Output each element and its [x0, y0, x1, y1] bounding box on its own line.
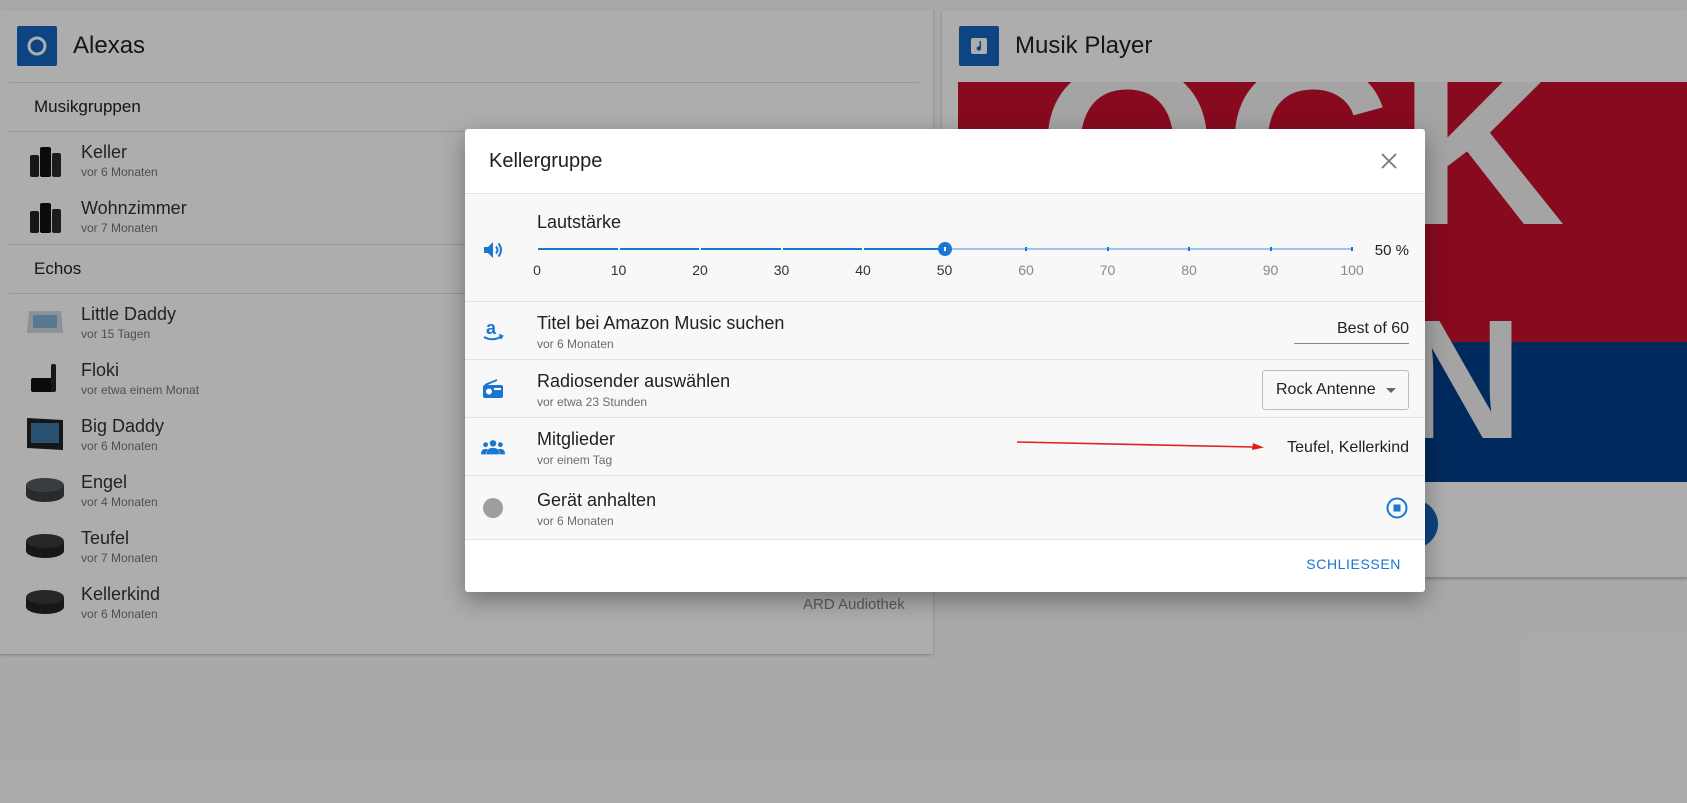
- radio-row: Radiosender auswählen vor etwa 23 Stunde…: [465, 360, 1425, 418]
- kellergruppe-dialog: Kellergruppe Lautstärke 0 10 20 30 40 50 60 70 8…: [465, 129, 1425, 592]
- close-icon[interactable]: [1377, 149, 1401, 173]
- slider-tick: [1269, 247, 1272, 251]
- amazon-search-sub: vor 6 Monaten: [537, 337, 614, 351]
- stop-device-row: Gerät anhalten vor 6 Monaten: [465, 476, 1425, 540]
- svg-text:a: a: [486, 319, 497, 338]
- slider-tick-label: 0: [533, 262, 541, 278]
- slider-tick-label: 90: [1262, 262, 1279, 278]
- stop-device-label: Gerät anhalten: [537, 490, 657, 510]
- slider-track-rest: [944, 248, 1352, 250]
- slider-tick: [1351, 247, 1353, 251]
- volume-value: 50 %: [1374, 242, 1409, 259]
- volume-up-icon: [481, 238, 505, 262]
- members-row: Mitglieder vor einem Tag Teufel, Kellerk…: [465, 418, 1425, 476]
- slider-tick-label: 40: [855, 262, 871, 278]
- slider-tick-label: 80: [1181, 262, 1197, 278]
- volume-row: Lautstärke 0 10 20 30 40 50 60 70 80 90 100 50 %: [465, 194, 1425, 302]
- annotation-arrow: [1017, 441, 1264, 450]
- dialog-title: Kellergruppe: [489, 149, 603, 172]
- volume-slider[interactable]: 0 10 20 30 40 50 60 70 80 90 100: [533, 242, 1364, 288]
- close-button[interactable]: SCHLIESSEN: [1306, 556, 1401, 572]
- amazon-search-input[interactable]: Best of 60: [1294, 314, 1409, 344]
- members-sub: vor einem Tag: [537, 453, 613, 467]
- slider-tick-label: 50: [936, 262, 953, 278]
- slider-tick: [536, 247, 538, 251]
- slider-tick: [780, 247, 783, 251]
- slider-tick: [617, 247, 620, 251]
- slider-tick-label: 70: [1099, 262, 1116, 278]
- amazon-search-label: Titel bei Amazon Music suchen: [537, 313, 785, 333]
- slider-tick-label: 30: [773, 262, 790, 278]
- group-icon: [481, 435, 505, 459]
- slider-tick: [1188, 247, 1190, 251]
- slider-tick: [1106, 247, 1109, 251]
- volume-label: Lautstärke: [537, 212, 622, 232]
- slider-tick: [862, 247, 864, 251]
- slider-tick: [699, 247, 701, 251]
- dialog-footer: SCHLIESSEN: [465, 540, 1425, 592]
- amazon-search-row: a Titel bei Amazon Music suchen vor 6 Mo…: [465, 302, 1425, 360]
- slider-tick-label: 60: [1018, 262, 1034, 278]
- stop-circle-icon[interactable]: [1385, 496, 1409, 520]
- device-status-dot-icon: [481, 496, 505, 520]
- radio-station-select[interactable]: Rock Antenne: [1262, 370, 1409, 410]
- slider-track-active: [537, 248, 945, 250]
- slider-tick: [943, 247, 946, 251]
- members-value: Teufel, Kellerkind: [1287, 439, 1409, 456]
- amazon-icon: a: [481, 319, 505, 343]
- radio-label: Radiosender auswählen: [537, 371, 731, 391]
- radio-station-selected: Rock Antenne: [1276, 381, 1376, 398]
- dialog-header: Kellergruppe: [465, 129, 1425, 194]
- radio-icon: [481, 377, 505, 401]
- slider-tick-label: 20: [692, 262, 708, 278]
- slider-tick-label: 100: [1340, 262, 1364, 278]
- radio-sub: vor etwa 23 Stunden: [537, 395, 648, 409]
- slider-tick: [1025, 247, 1027, 251]
- chevron-down-icon: [1386, 388, 1396, 393]
- members-label: Mitglieder: [537, 429, 616, 449]
- stop-device-sub: vor 6 Monaten: [537, 514, 614, 528]
- slider-tick-label: 10: [610, 262, 627, 278]
